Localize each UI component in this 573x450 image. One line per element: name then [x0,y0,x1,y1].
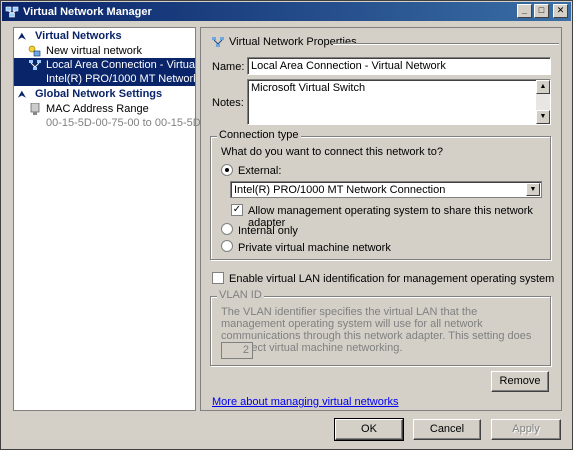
connection-question: What do you want to connect this network… [221,146,443,158]
external-label: External: [238,165,282,177]
name-field[interactable]: Local Area Connection - Virtual Network [247,57,551,75]
ok-button[interactable]: OK [334,418,404,441]
selected-network-name: Local Area Connection - Virtual Net... [46,59,195,71]
new-network-icon [28,45,42,57]
scroll-down-icon[interactable]: ▼ [536,110,550,124]
maximize-button[interactable]: □ [534,4,549,18]
vlan-id-title: VLAN ID [217,289,264,301]
network-app-icon [5,5,19,19]
notes-label: Notes: [212,97,244,109]
collapse-icon[interactable]: ⮝ [18,31,29,42]
notes-text: Microsoft Virtual Switch [251,82,366,94]
window-title: Virtual Network Manager [23,5,152,18]
scroll-up-icon[interactable]: ▲ [536,80,550,94]
cancel-button[interactable]: Cancel [413,419,481,440]
adapter-selected-value: Intel(R) PRO/1000 MT Network Connection [234,184,446,196]
virtual-network-manager-window: Virtual Network Manager _ □ ✕ ⮝ Virtual … [0,0,573,450]
notes-field[interactable]: Microsoft Virtual Switch ▲ ▼ [247,79,551,125]
minimize-button[interactable]: _ [517,4,532,18]
private-network-radio[interactable] [221,240,233,252]
chevron-down-icon[interactable]: ▼ [526,183,540,196]
title-bar: Virtual Network Manager _ □ ✕ [2,2,571,21]
vlan-id-field[interactable]: 2 [221,342,253,359]
connection-type-group: Connection type What do you want to conn… [210,129,551,260]
properties-panel: Virtual Network Properties Name: Local A… [200,27,562,411]
vlan-id-group: VLAN ID The VLAN identifier specifies th… [210,289,551,366]
network-tree: ⮝ Virtual Networks New virtual network L… [13,27,220,411]
notes-scrollbar[interactable]: ▲ ▼ [536,80,550,124]
heading-divider [333,43,559,45]
mac-address-range-item[interactable]: MAC Address Range [14,102,195,116]
mac-address-icon [28,102,42,115]
properties-icon [211,36,225,48]
global-settings-header-label: Global Network Settings [35,88,163,100]
internal-only-label: Internal only [238,225,298,237]
new-virtual-network-label: New virtual network [46,45,142,57]
new-virtual-network-item[interactable]: New virtual network [14,44,195,58]
vlan-description: The VLAN identifier specifies the virtua… [221,306,532,354]
enable-vlan-checkbox[interactable] [212,272,224,284]
properties-heading-label: Virtual Network Properties [229,36,357,48]
network-icon [28,59,42,71]
collapse-icon[interactable]: ⮝ [18,89,29,100]
properties-heading: Virtual Network Properties [211,36,559,48]
close-button[interactable]: ✕ [553,4,568,18]
mac-address-range-label: MAC Address Range [46,103,149,115]
adapter-select[interactable]: Intel(R) PRO/1000 MT Network Connection … [230,181,542,198]
mac-address-range-value: 00-15-5D-00-75-00 to 00-15-5D-0... [46,117,220,129]
virtual-networks-header-label: Virtual Networks [35,30,122,42]
allow-mgmt-checkbox[interactable]: ✓ [231,204,243,216]
enable-vlan-label: Enable virtual LAN identification for ma… [229,273,555,285]
connection-type-title: Connection type [217,129,301,141]
private-network-label: Private virtual machine network [238,242,391,254]
remove-button[interactable]: Remove [491,371,549,392]
global-settings-header[interactable]: ⮝ Global Network Settings [14,86,195,102]
internal-only-radio[interactable] [221,223,233,235]
virtual-networks-header[interactable]: ⮝ Virtual Networks [14,28,195,44]
external-radio[interactable] [221,164,233,176]
apply-button[interactable]: Apply [491,419,561,440]
selected-network-item[interactable]: Local Area Connection - Virtual Net... I… [14,58,195,86]
name-label: Name: [212,61,245,73]
selected-network-adapter: Intel(R) PRO/1000 MT Network Co... [46,73,195,85]
more-about-networks-link[interactable]: More about managing virtual networks [212,396,398,408]
